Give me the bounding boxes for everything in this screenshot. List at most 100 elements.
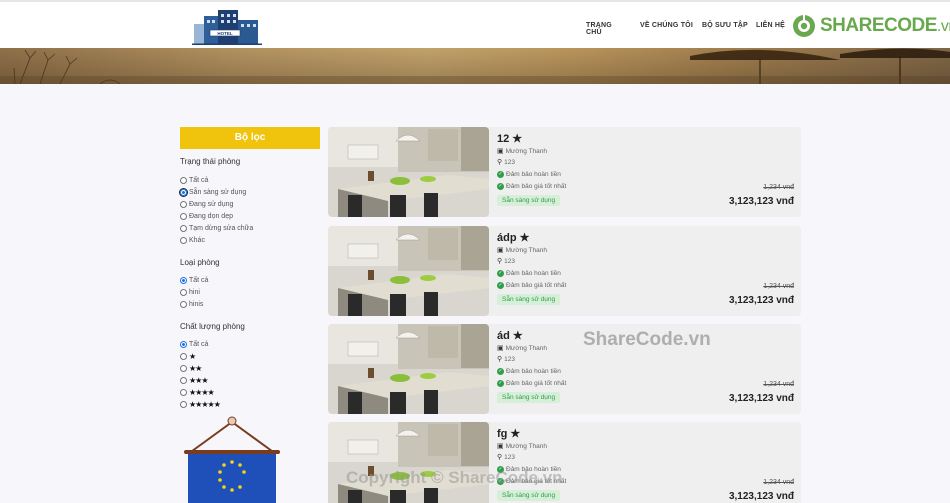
nav-collection[interactable]: BỘ SƯU TẬP [702,22,748,29]
map-pin-icon: ⚲ [497,454,503,461]
room-photo[interactable] [328,127,489,217]
status-badge: Sẵn sàng sử dụng [497,392,561,403]
building-icon: ▣ [497,443,504,450]
radio-icon[interactable] [180,400,187,408]
option-label: hinis [189,300,204,308]
sharecode-brand: SHARECODE.vn [792,14,950,38]
logo-text: HOTEL [217,31,233,36]
perk-text: Đảm bảo hoàn tiền [506,171,561,178]
nav-home[interactable]: TRANG CHỦ [586,22,612,36]
hotel-logo-icon[interactable]: HOTEL [192,6,262,46]
sharecode-logo-icon [793,14,815,37]
room-name[interactable]: ád ★ [497,329,523,343]
nav-contact[interactable]: LIÊN HỆ [756,22,785,29]
quality-option-1[interactable]: ★ [180,351,196,361]
radio-icon[interactable] [180,176,187,184]
type-option-all[interactable]: Tất cả [180,275,208,285]
map-pin-icon: ⚲ [497,356,503,363]
quality-option-all[interactable]: Tất cả [180,339,208,349]
radio-icon[interactable] [180,352,187,360]
address-info: ⚲ 123 [497,158,515,167]
address-text: 123 [504,158,515,166]
radio-icon[interactable] [180,188,187,196]
radio-icon[interactable] [180,224,187,232]
check-circle-icon: ✓ [497,282,504,289]
room-name[interactable]: 12 ★ [497,132,522,146]
room-card[interactable]: ád ★ ▣ Mường Thanh ⚲ 123 ✓ Đảm bảo hoàn … [328,324,801,414]
radio-icon[interactable] [180,376,187,384]
price: 3,123,123 vnđ [728,295,794,306]
star-rating: ★★ [189,363,202,373]
radio-icon[interactable] [180,276,187,284]
address-info: ⚲ 123 [497,355,515,364]
radio-icon[interactable] [180,364,187,372]
perk-refund: ✓ Đảm bảo hoàn tiền [497,368,561,375]
address-text: 123 [504,453,515,461]
status-badge: Sẵn sàng sử dụng [497,490,561,501]
quality-option-4[interactable]: ★★★★ [180,387,215,397]
perk-text: Đảm bảo giá tốt nhất [506,282,567,289]
check-circle-icon: ✓ [497,368,504,375]
room-card[interactable]: fg ★ ▣ Mường Thanh ⚲ 123 ✓ Đảm bảo hoàn … [328,422,801,503]
check-circle-icon: ✓ [497,183,504,190]
star-rating: ★★★ [189,375,208,385]
quality-option-5[interactable]: ★★★★★ [180,399,221,409]
room-card[interactable]: ádp ★ ▣ Mường Thanh ⚲ 123 ✓ Đảm bảo hoàn… [328,226,801,316]
radio-icon[interactable] [180,236,187,244]
room-card[interactable]: 12 ★ ▣ Mường Thanh ⚲ 123 ✓ Đảm bảo hoàn … [328,127,801,217]
perk-text: Đảm bảo giá tốt nhất [506,183,567,190]
building-icon: ▣ [497,148,504,155]
radio-icon[interactable] [180,340,187,348]
radio-icon[interactable] [180,388,187,396]
room-name-text: ád [497,329,510,342]
brand-suffix: .vn [936,18,950,35]
map-pin-icon: ⚲ [497,159,503,166]
radio-icon[interactable] [180,300,187,308]
status-option-ready[interactable]: Sẵn sàng sử dụng [180,187,246,197]
hero-banner [0,48,950,84]
room-photo[interactable] [328,324,489,414]
brand-main: SHARECODE [820,15,937,36]
old-price: 1,234 vnđ [763,381,794,388]
type-section-title: Loại phòng [180,258,220,267]
old-price: 1,234 vnđ [763,283,794,290]
radio-icon[interactable] [180,200,187,208]
status-option-in-use[interactable]: Đang sử dụng [180,199,233,209]
room-photo[interactable] [328,226,489,316]
old-price: 1,234 vnđ [763,479,794,486]
perk-best-price: ✓ Đảm bảo giá tốt nhất [497,183,566,190]
hotel-info: ▣ Mường Thanh [497,246,547,255]
hotel-info: ▣ Mường Thanh [497,442,547,451]
star-icon: ★ [510,428,521,440]
star-icon: ★ [519,232,530,244]
building-icon: ▣ [497,345,504,352]
perk-text: Đảm bảo hoàn tiền [506,270,561,277]
option-label: hini [189,288,200,296]
room-name-text: 12 [497,132,510,145]
address-info: ⚲ 123 [497,453,515,462]
status-option-other[interactable]: Khác [180,235,205,245]
hotel-info: ▣ Mường Thanh [497,344,547,353]
perk-text: Đảm bảo giá tốt nhất [506,380,567,387]
radio-icon[interactable] [180,288,187,296]
option-label: Tạm dừng sửa chữa [189,224,254,232]
radio-icon[interactable] [180,212,187,220]
building-icon: ▣ [497,247,504,254]
quality-option-3[interactable]: ★★★ [180,375,208,385]
room-photo[interactable] [328,422,489,503]
option-label: Tất cả [189,340,209,348]
room-name-text: fg [497,427,508,440]
status-option-repair[interactable]: Tạm dừng sửa chữa [180,223,253,233]
type-option-hinis[interactable]: hinis [180,299,203,309]
room-name[interactable]: fg ★ [497,427,521,441]
status-option-cleaning[interactable]: Đang dọn dẹp [180,211,233,221]
type-option-hini[interactable]: hini [180,287,200,297]
room-name[interactable]: ádp ★ [497,231,530,245]
nav-about[interactable]: VỀ CHÚNG TÔI [640,22,693,29]
quality-option-2[interactable]: ★★ [180,363,202,373]
perk-best-price: ✓ Đảm bảo giá tốt nhất [497,380,566,387]
status-option-all[interactable]: Tất cả [180,175,208,185]
perk-text: Đảm bảo hoàn tiền [506,368,561,375]
perk-refund: ✓ Đảm bảo hoàn tiền [497,171,561,178]
flag-banner-image [184,416,280,503]
